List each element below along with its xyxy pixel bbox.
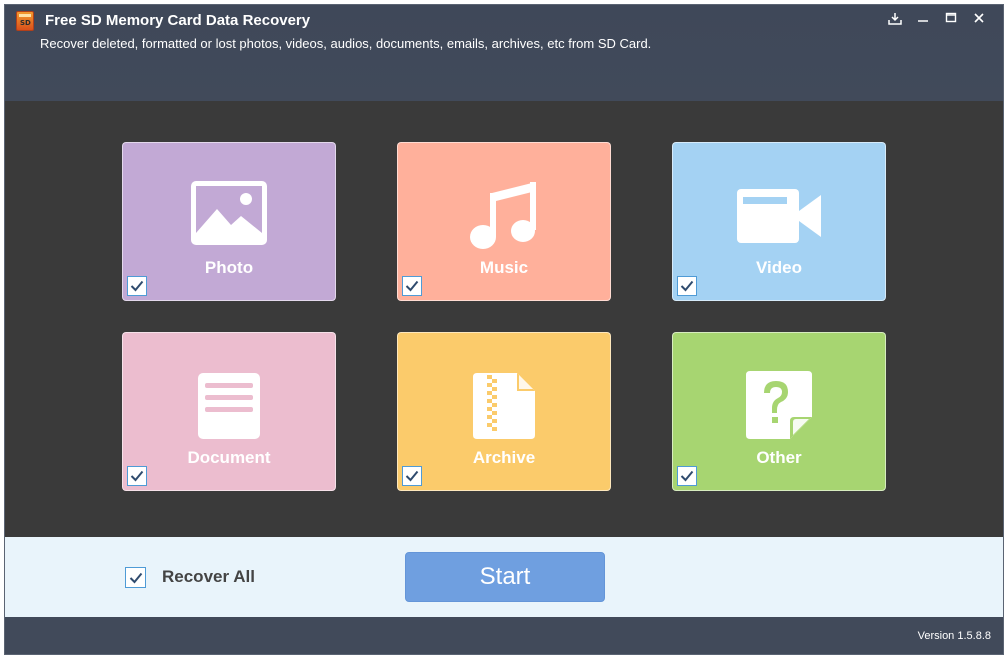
tile-photo-checkbox[interactable] bbox=[127, 276, 147, 296]
tile-other-checkbox[interactable] bbox=[677, 466, 697, 486]
recover-all-checkbox[interactable] bbox=[125, 567, 146, 588]
tile-other[interactable]: Other bbox=[672, 332, 886, 491]
version-label: Version 1.5.8.8 bbox=[917, 630, 991, 642]
start-button[interactable]: Start bbox=[405, 552, 605, 602]
tile-other-label: Other bbox=[756, 448, 802, 467]
tile-document-label: Document bbox=[187, 448, 271, 467]
tile-video[interactable]: Video bbox=[672, 142, 886, 301]
tile-archive[interactable]: Archive bbox=[397, 332, 611, 491]
window-controls bbox=[881, 7, 993, 29]
tile-photo[interactable]: Photo bbox=[122, 142, 336, 301]
close-icon[interactable] bbox=[965, 7, 993, 29]
maximize-icon[interactable] bbox=[937, 7, 965, 29]
zip-archive-icon bbox=[473, 373, 535, 444]
tile-video-checkbox[interactable] bbox=[677, 276, 697, 296]
app-subtitle: Recover deleted, formatted or lost photo… bbox=[40, 36, 652, 51]
action-bar: Recover All Start bbox=[5, 537, 1003, 617]
tile-document[interactable]: Document bbox=[122, 332, 336, 491]
status-bar: Version 1.5.8.8 bbox=[5, 617, 1003, 654]
photo-icon bbox=[191, 181, 267, 250]
minimize-icon[interactable] bbox=[909, 7, 937, 29]
app-window: Free SD Memory Card Data Recovery Recove… bbox=[4, 4, 1004, 655]
tile-archive-checkbox[interactable] bbox=[402, 466, 422, 486]
tile-music[interactable]: Music bbox=[397, 142, 611, 301]
sd-card-app-icon bbox=[16, 11, 34, 31]
file-type-panel: Photo Music Video Document Archive Other bbox=[5, 101, 1003, 537]
video-camera-icon bbox=[737, 189, 821, 248]
question-file-icon bbox=[746, 371, 812, 444]
tile-photo-label: Photo bbox=[204, 258, 254, 277]
download-icon[interactable] bbox=[881, 7, 909, 29]
music-note-icon bbox=[470, 179, 538, 256]
tile-video-label: Video bbox=[756, 258, 802, 277]
app-title: Free SD Memory Card Data Recovery bbox=[45, 12, 311, 29]
tile-document-checkbox[interactable] bbox=[127, 466, 147, 486]
recover-all-label[interactable]: Recover All bbox=[162, 567, 255, 587]
document-icon bbox=[198, 373, 260, 444]
title-bar: Free SD Memory Card Data Recovery Recove… bbox=[5, 5, 1003, 101]
tile-archive-label: Archive bbox=[472, 448, 536, 467]
tile-music-checkbox[interactable] bbox=[402, 276, 422, 296]
tile-music-label: Music bbox=[479, 258, 529, 277]
